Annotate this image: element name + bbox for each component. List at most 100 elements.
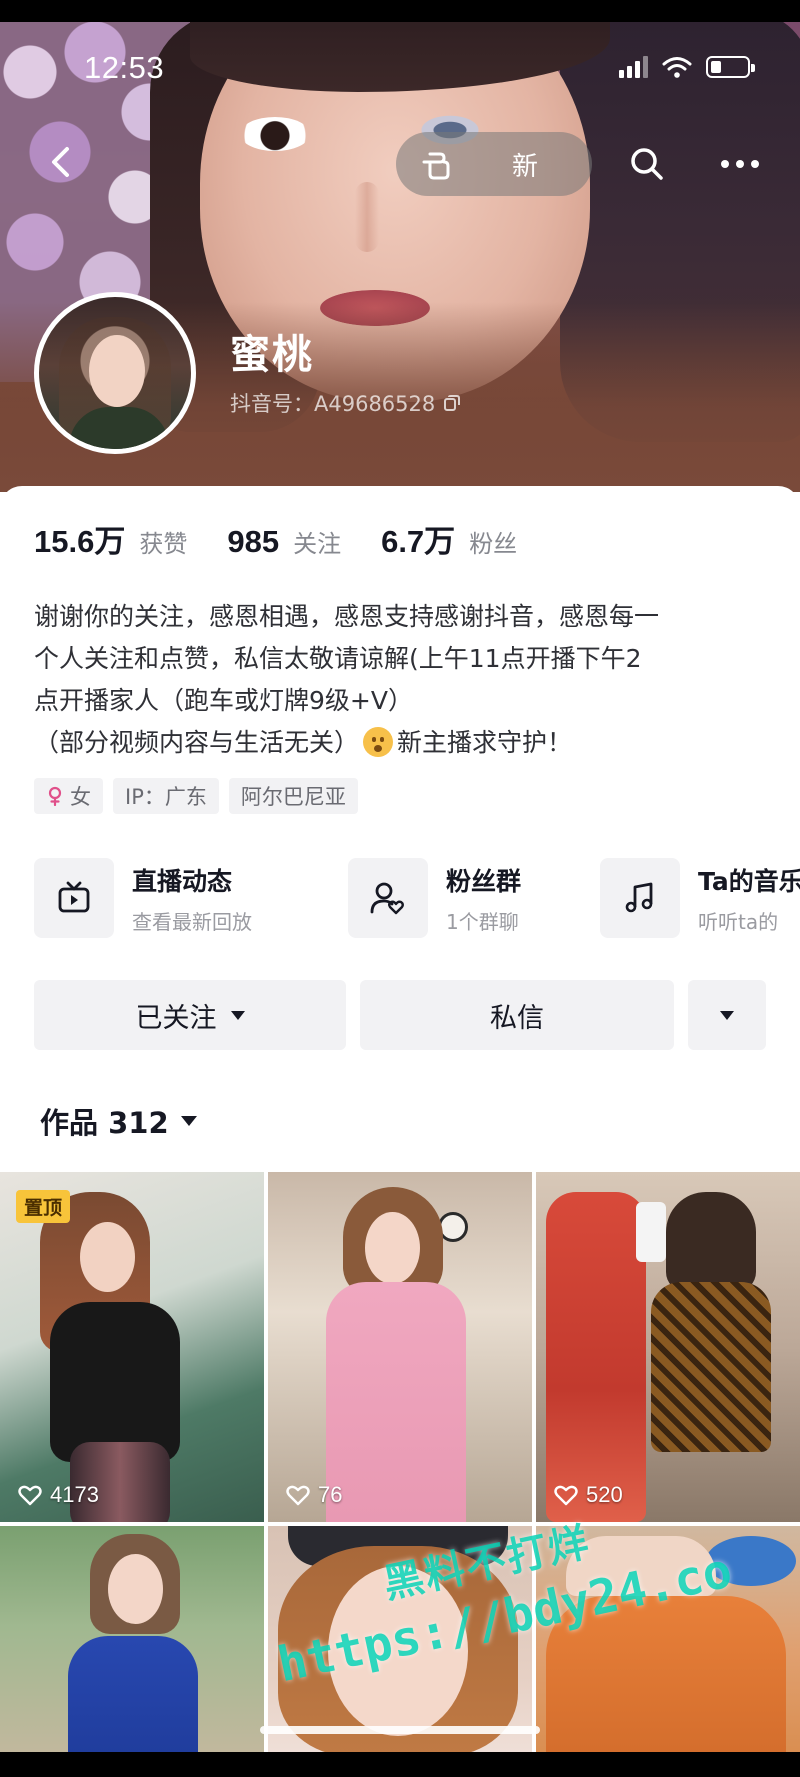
heart-icon [18, 1485, 42, 1506]
copy-icon[interactable] [443, 394, 461, 412]
live-dynamics-entry[interactable]: 直播动态 查看最新回放 [34, 858, 252, 938]
video-figure-qipao [546, 1192, 646, 1522]
pinned-badge: 置顶 [16, 1190, 71, 1223]
followers-label[interactable]: 粉丝 [469, 524, 517, 559]
more-dot-icon [751, 160, 759, 168]
following-count[interactable]: 985 [227, 524, 279, 560]
more-actions-dropdown[interactable] [688, 980, 766, 1050]
profile-screen: 12:53 新 蜜桃 抖音号：A49686528 15.6万 获赞 985 关注… [0, 0, 800, 1777]
more-dot-icon [721, 160, 729, 168]
bio-line: 谢谢你的关注，感恩相遇，感恩支持感谢抖音，感恩每一 [34, 602, 660, 631]
feature-icon-box [34, 858, 114, 938]
feature-subtitle: 查看最新回放 [132, 909, 252, 934]
heart-icon [554, 1485, 578, 1506]
bottom-black-strip [0, 1752, 800, 1777]
female-icon [48, 786, 62, 806]
top-black-strip [0, 0, 800, 22]
banner-nose [355, 182, 379, 252]
fan-group-entry[interactable]: 粉丝群 1个群聊 [348, 858, 521, 938]
profile-tags: 女 IP：广东 阿尔巴尼亚 [34, 778, 358, 814]
video-phone [636, 1202, 666, 1262]
feature-title: 粉丝群 [446, 866, 522, 896]
video-likes-count: 76 [318, 1482, 343, 1507]
likes-label[interactable]: 获赞 [139, 524, 187, 559]
video-thumbnail[interactable]: 520 [536, 1172, 800, 1522]
message-button[interactable]: 私信 [360, 980, 674, 1050]
search-icon [631, 148, 663, 180]
bio-line: 个人关注和点赞，私信太敬请谅解(上午11点开播下午2 [34, 644, 642, 673]
home-indicator[interactable] [260, 1726, 540, 1734]
feature-icon-box [600, 858, 680, 938]
heart-icon [286, 1485, 310, 1506]
followers-count[interactable]: 6.7万 [381, 516, 455, 561]
bio-line: 点开播家人（跑车或灯牌9级+V） [34, 686, 413, 715]
followed-label: 已关注 [135, 1002, 217, 1034]
video-thumbnail[interactable] [0, 1526, 264, 1777]
following-label[interactable]: 关注 [293, 524, 341, 559]
ip-location-label: IP：广东 [125, 785, 207, 809]
music-entry[interactable]: Ta的音乐 听听ta的 [600, 858, 800, 938]
video-figure-dress [326, 1282, 466, 1522]
feature-subtitle: 1个群聊 [446, 909, 519, 934]
likes-count[interactable]: 15.6万 [34, 516, 125, 561]
feature-subtitle: 听听ta的 [698, 909, 779, 934]
pointing-hand-icon [422, 152, 450, 180]
sad-face-emoji-icon [363, 727, 394, 757]
video-figure-face [108, 1554, 163, 1624]
bio-line-part: （部分视频内容与生活无关） [34, 728, 360, 757]
feature-entries: 直播动态 查看最新回放 粉丝群 1个群聊 Ta的音乐 听听ta的 [34, 858, 800, 944]
video-figure-leopard-dress [651, 1282, 771, 1452]
bio-line-part: 新主播求守护！ [397, 728, 573, 757]
message-label: 私信 [490, 1002, 544, 1034]
video-figure-face [80, 1222, 135, 1292]
gender-label: 女 [70, 785, 91, 809]
video-likes-count: 4173 [50, 1482, 99, 1507]
caret-down-icon [720, 1010, 734, 1020]
search-button[interactable] [625, 142, 669, 186]
followed-button[interactable]: 已关注 [34, 980, 346, 1050]
chevron-left-icon [52, 147, 69, 177]
live-tv-icon [58, 881, 90, 913]
douyin-id-text: 抖音号：A49686528 [230, 392, 436, 416]
country-tag: 阿尔巴尼亚 [228, 778, 358, 814]
bio-text: 谢谢你的关注，感恩相遇，感恩支持感谢抖音，感恩每一 个人关注和点赞，私信太敬请谅… [34, 596, 774, 764]
pill-label: 新 [512, 151, 539, 182]
more-options-button[interactable] [712, 142, 768, 186]
status-icons [619, 56, 755, 78]
caret-down-icon [230, 1010, 245, 1020]
video-figure-top [50, 1302, 180, 1462]
video-figure-hair [666, 1192, 756, 1292]
signal-icon [619, 56, 648, 78]
feature-title: Ta的音乐 [698, 866, 800, 896]
action-buttons: 已关注 私信 [34, 980, 766, 1050]
video-likes: 4173 [18, 1482, 99, 1508]
battery-icon [706, 56, 755, 78]
more-dot-icon [736, 160, 744, 168]
douyin-id-row[interactable]: 抖音号：A49686528 [230, 388, 461, 418]
bio-line: （部分视频内容与生活无关） 新主播求守护！ [34, 722, 774, 764]
music-note-icon [625, 882, 653, 913]
video-likes: 76 [286, 1482, 342, 1508]
avatar-face [89, 335, 145, 407]
profile-nickname: 蜜桃 [230, 332, 314, 378]
back-button[interactable] [40, 140, 84, 184]
stats-row: 15.6万 获赞 985 关注 6.7万 粉丝 [34, 516, 543, 561]
video-grid: 置顶 4173 76 520 [0, 1172, 800, 1777]
fan-group-icon [370, 882, 404, 915]
video-figure-face [365, 1212, 420, 1284]
feature-icon-box [348, 858, 428, 938]
gender-tag: 女 [34, 778, 103, 814]
country-label: 阿尔巴尼亚 [240, 785, 346, 809]
caret-down-icon [180, 1116, 197, 1126]
video-thumbnail[interactable]: 置顶 4173 [0, 1172, 264, 1522]
wifi-icon [662, 57, 692, 78]
works-tab[interactable]: 作品 312 [40, 1100, 197, 1142]
banner-eye-left [240, 117, 310, 151]
video-thumbnail[interactable]: 76 [268, 1172, 532, 1522]
feature-title: 直播动态 [132, 866, 233, 896]
ip-location-tag: IP：广东 [113, 778, 219, 814]
status-time: 12:53 [84, 50, 165, 85]
works-label: 作品 312 [40, 1106, 169, 1140]
avatar[interactable] [34, 292, 196, 454]
visitor-pill-button[interactable]: 新 [396, 132, 592, 196]
